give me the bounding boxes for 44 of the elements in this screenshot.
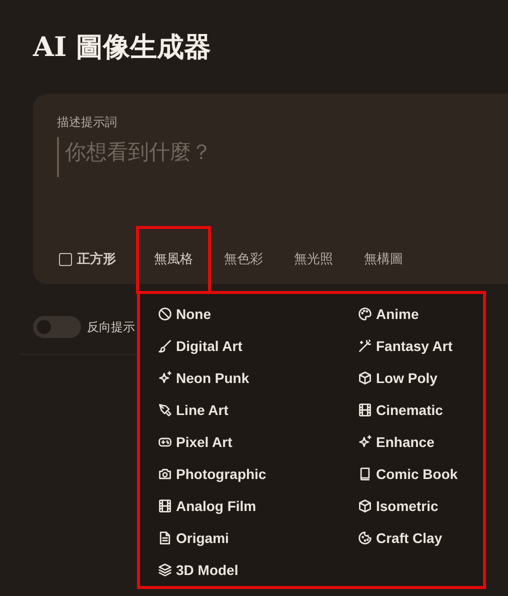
prompt-label: 描述提示詞 bbox=[57, 114, 117, 131]
film-icon bbox=[158, 499, 172, 513]
style-chip[interactable]: 無風格 bbox=[142, 244, 205, 274]
menu-item[interactable]: None bbox=[158, 303, 211, 325]
cube-icon bbox=[358, 499, 372, 513]
document-icon bbox=[158, 531, 172, 545]
menu-item[interactable]: Anime bbox=[358, 303, 419, 325]
prompt-field[interactable]: 你想看到什麼？ bbox=[57, 137, 445, 177]
layers-icon bbox=[158, 563, 172, 577]
menu-item[interactable]: Craft Clay bbox=[358, 527, 442, 549]
menu-item[interactable]: Analog Film bbox=[158, 495, 256, 517]
toggle-label: 反向提示 bbox=[87, 318, 135, 336]
pen-icon bbox=[158, 403, 172, 417]
style-chip[interactable]: 無色彩 bbox=[212, 244, 275, 274]
toggle-switch[interactable] bbox=[33, 316, 81, 338]
menu-item[interactable]: Isometric bbox=[358, 495, 438, 517]
cookie-icon bbox=[358, 531, 372, 545]
book-icon bbox=[358, 467, 372, 481]
square-checkbox[interactable]: 正方形 bbox=[51, 244, 128, 274]
palette-icon bbox=[358, 307, 372, 321]
menu-item[interactable]: Origami bbox=[158, 527, 229, 549]
film-icon bbox=[358, 403, 372, 417]
menu-item[interactable]: Pixel Art bbox=[158, 431, 232, 453]
menu-item[interactable]: Line Art bbox=[158, 399, 228, 421]
menu-item[interactable]: 3D Model bbox=[158, 559, 238, 581]
menu-item[interactable]: Enhance bbox=[358, 431, 434, 453]
menu-item[interactable]: Cinematic bbox=[358, 399, 443, 421]
sparkles-icon bbox=[158, 371, 172, 385]
sparkles-icon bbox=[358, 435, 372, 449]
cube-icon bbox=[358, 371, 372, 385]
menu-item[interactable]: Neon Punk bbox=[158, 367, 250, 389]
camera-icon bbox=[158, 467, 172, 481]
style-chip[interactable]: 無構圖 bbox=[352, 244, 415, 274]
brush-icon bbox=[158, 339, 172, 353]
page-title: AI 圖像生成器 bbox=[33, 31, 211, 65]
prohibited-icon bbox=[158, 307, 172, 321]
gamepad-icon bbox=[158, 435, 172, 449]
menu-item[interactable]: Low Poly bbox=[358, 367, 438, 389]
menu-item[interactable]: Digital Art bbox=[158, 335, 242, 357]
menu-item[interactable]: Comic Book bbox=[358, 463, 458, 485]
menu-item[interactable]: Fantasy Art bbox=[358, 335, 453, 357]
style-chip[interactable]: 無光照 bbox=[282, 244, 345, 274]
menu-item[interactable]: Photographic bbox=[158, 463, 266, 485]
magic-wand-icon bbox=[358, 339, 372, 353]
